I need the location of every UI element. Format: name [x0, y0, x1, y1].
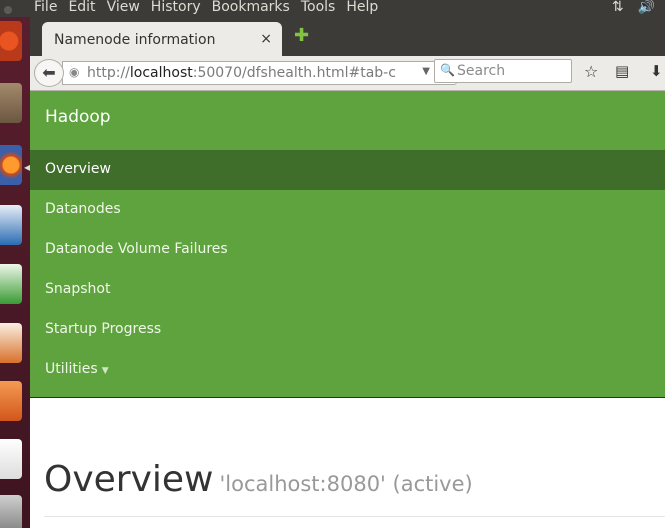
tab-title: Namenode information: [54, 32, 216, 48]
nav-item-label: Startup Progress: [45, 321, 162, 337]
page-content: Hadoop Overview Datanodes Datanode Volum…: [30, 91, 665, 528]
nav-item-datanode-volume-failures[interactable]: Datanode Volume Failures: [30, 230, 665, 270]
nav-item-label: Datanode Volume Failures: [45, 241, 228, 257]
page-title: Overview'localhost:8080' (active): [44, 459, 473, 500]
globe-icon: ◉: [69, 65, 80, 79]
network-icon[interactable]: ⇅: [612, 0, 624, 15]
nav-item-utilities[interactable]: Utilities ▼: [30, 350, 665, 390]
menu-edit[interactable]: Edit: [68, 0, 95, 15]
menu-help[interactable]: Help: [346, 0, 378, 15]
page-title-sub: 'localhost:8080' (active): [219, 472, 473, 496]
writer-icon[interactable]: [0, 205, 22, 245]
app-menu: File Edit View History Bookmarks Tools Help: [34, 0, 389, 15]
menu-tools[interactable]: Tools: [301, 0, 336, 15]
nav-item-label: Datanodes: [45, 201, 121, 217]
search-box[interactable]: 🔍: [434, 59, 572, 83]
menu-file[interactable]: File: [34, 0, 57, 15]
nav-item-label: Utilities: [45, 361, 98, 377]
software-center-icon[interactable]: [0, 381, 22, 421]
system-tray: ⇅ 🔊: [598, 0, 655, 15]
ubuntu-dash-icon[interactable]: [0, 21, 22, 61]
navigation-toolbar: ◉ http://localhost:50070/dfshealth.html#…: [30, 56, 665, 91]
url-history-dropdown-icon[interactable]: ▼: [422, 66, 430, 77]
nav-item-snapshot[interactable]: Snapshot: [30, 270, 665, 310]
tab-namenode-information[interactable]: Namenode information ×: [42, 22, 282, 56]
back-arrow-icon: ⬅: [42, 63, 56, 82]
url-host: localhost: [129, 65, 193, 81]
page-title-main: Overview: [44, 459, 214, 500]
url-scheme: http://: [87, 65, 130, 81]
nav-item-startup-progress[interactable]: Startup Progress: [30, 310, 665, 350]
amazon-icon[interactable]: [0, 439, 22, 479]
settings-icon[interactable]: [0, 495, 22, 528]
nav-item-datanodes[interactable]: Datanodes: [30, 190, 665, 230]
caret-down-icon: ▼: [101, 366, 109, 376]
url-bar[interactable]: ◉ http://localhost:50070/dfshealth.html#…: [62, 61, 457, 85]
impress-icon[interactable]: [0, 323, 22, 363]
nav-item-overview[interactable]: Overview: [30, 150, 665, 190]
firefox-icon[interactable]: [0, 145, 22, 185]
window-controls[interactable]: [4, 2, 22, 14]
url-path: :50070/dfshealth.html#tab-c: [192, 65, 396, 81]
nav-item-label: Snapshot: [45, 281, 111, 297]
hadoop-navbar: Hadoop Overview Datanodes Datanode Volum…: [30, 91, 665, 398]
new-tab-icon[interactable]: ✚: [294, 25, 309, 46]
volume-icon[interactable]: 🔊: [638, 0, 655, 15]
url-text[interactable]: http://localhost:50070/dfshealth.html#ta…: [87, 65, 397, 81]
close-icon[interactable]: ×: [260, 31, 272, 47]
tab-strip: Namenode information × ✚: [30, 17, 665, 56]
files-icon[interactable]: [0, 83, 22, 123]
menu-history[interactable]: History: [151, 0, 201, 15]
bookmarks-list-icon[interactable]: ▤: [615, 62, 629, 80]
bookmark-star-icon[interactable]: ☆: [584, 62, 598, 81]
menu-bookmarks[interactable]: Bookmarks: [212, 0, 290, 15]
download-icon[interactable]: ⬇: [650, 62, 663, 80]
calc-icon[interactable]: [0, 264, 22, 304]
search-icon: 🔍: [440, 63, 455, 77]
menu-view[interactable]: View: [107, 0, 140, 15]
unity-launcher: ◀: [0, 17, 30, 528]
nav-item-label: Overview: [45, 161, 111, 177]
search-input[interactable]: [457, 62, 567, 80]
system-menubar: File Edit View History Bookmarks Tools Help ⇅ 🔊: [0, 0, 665, 17]
heading-divider: [44, 516, 665, 517]
back-button[interactable]: ⬅: [34, 59, 64, 87]
brand-hadoop[interactable]: Hadoop: [45, 107, 111, 127]
